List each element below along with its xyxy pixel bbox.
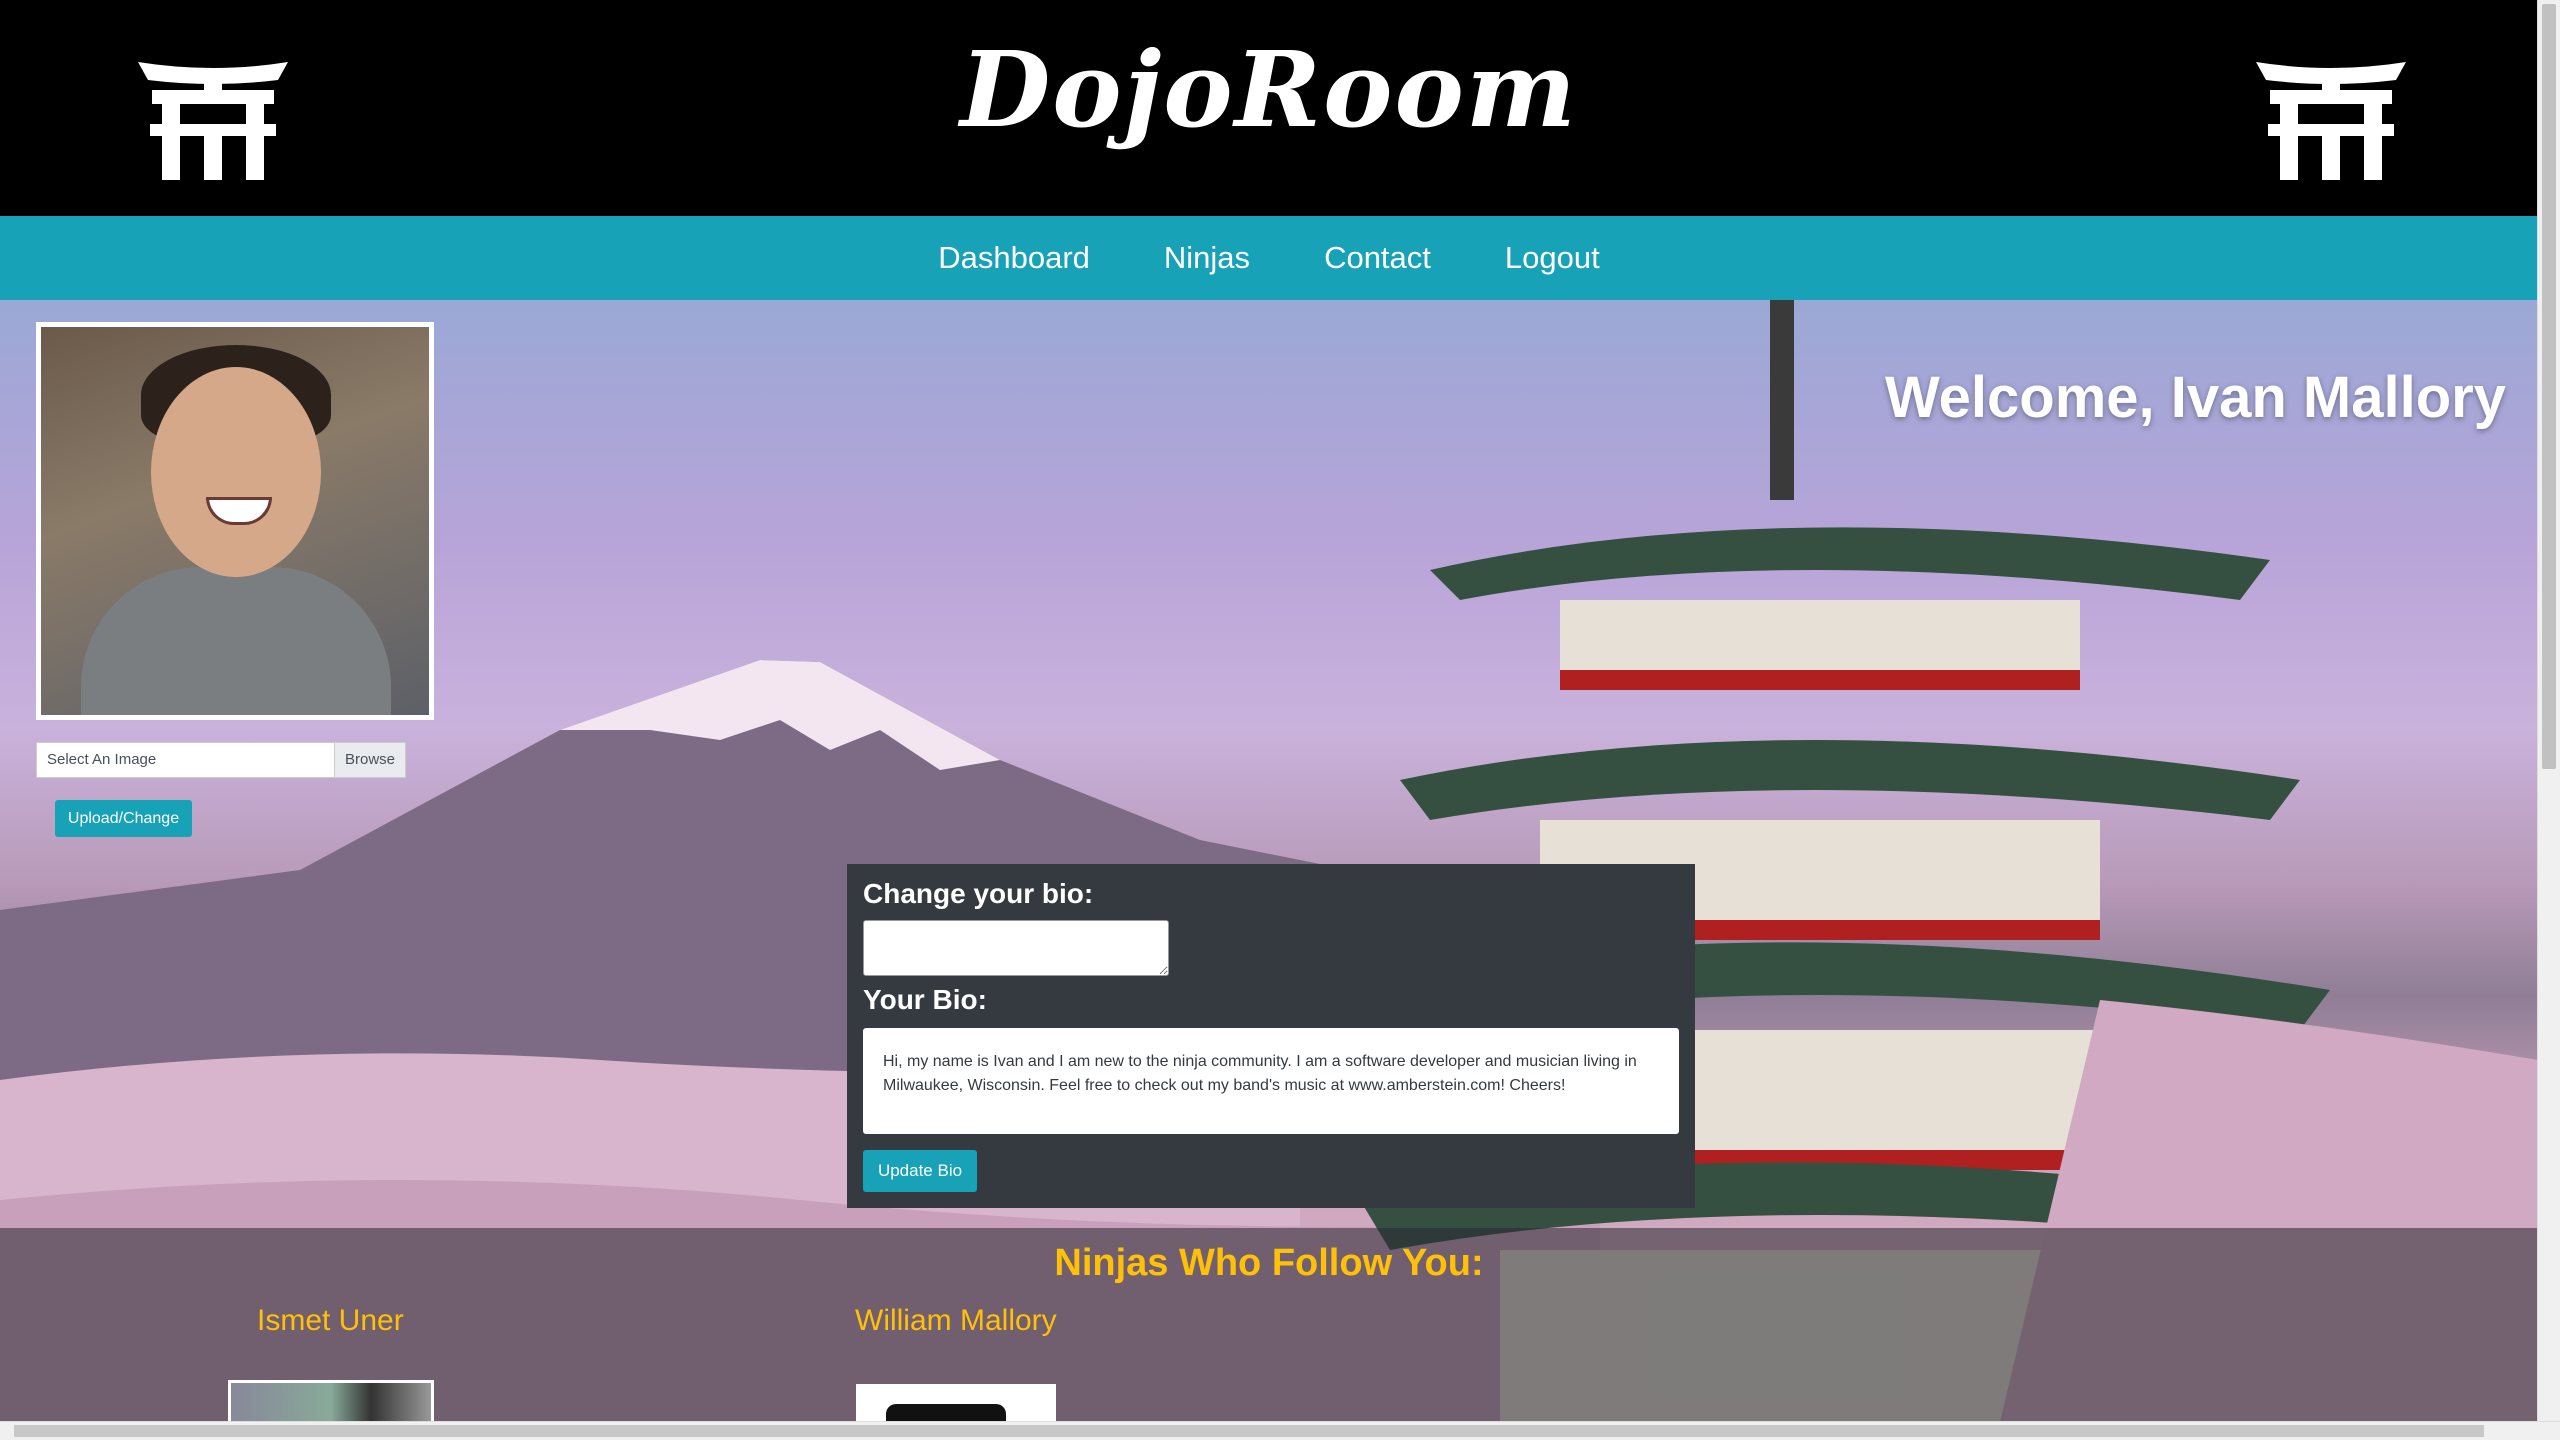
followers-title: Ninjas Who Follow You: bbox=[1054, 1242, 1484, 1284]
bio-textarea[interactable] bbox=[863, 920, 1169, 976]
welcome-heading: Welcome, Ivan Mallory bbox=[1884, 365, 2506, 430]
file-name-field[interactable]: Select An Image bbox=[36, 742, 335, 778]
bio-panel: Change your bio: Your Bio: Hi, my name i… bbox=[847, 864, 1695, 1208]
browse-button[interactable]: Browse bbox=[335, 742, 406, 778]
site-header: DojoRoom bbox=[0, 0, 2538, 216]
nav-contact[interactable]: Contact bbox=[1324, 240, 1431, 276]
bio-text: Hi, my name is Ivan and I am new to the … bbox=[863, 1028, 1679, 1134]
follower-avatar[interactable] bbox=[856, 1384, 1056, 1422]
upload-change-button[interactable]: Upload/Change bbox=[55, 800, 192, 837]
nav-dashboard[interactable]: Dashboard bbox=[938, 240, 1090, 276]
site-logo[interactable]: DojoRoom bbox=[0, 28, 2538, 151]
followers-section: Ninjas Who Follow You: Ismet Uner Willia… bbox=[0, 1228, 2538, 1428]
image-file-input[interactable]: Select An Image Browse bbox=[36, 742, 406, 778]
follower-name[interactable]: William Mallory bbox=[855, 1304, 1057, 1338]
profile-avatar bbox=[36, 322, 434, 720]
nav-ninjas[interactable]: Ninjas bbox=[1164, 240, 1250, 276]
your-bio-label: Your Bio: bbox=[863, 984, 987, 1015]
follower-name[interactable]: Ismet Uner bbox=[257, 1304, 404, 1338]
horizontal-scrollbar[interactable] bbox=[0, 1421, 2560, 1440]
nav-logout[interactable]: Logout bbox=[1505, 240, 1600, 276]
update-bio-button[interactable]: Update Bio bbox=[863, 1150, 977, 1192]
main-nav: Dashboard Ninjas Contact Logout bbox=[0, 216, 2538, 300]
torii-gate-icon bbox=[2256, 62, 2406, 180]
vertical-scrollbar[interactable] bbox=[2537, 0, 2560, 1422]
change-bio-label: Change your bio: bbox=[863, 878, 1094, 909]
